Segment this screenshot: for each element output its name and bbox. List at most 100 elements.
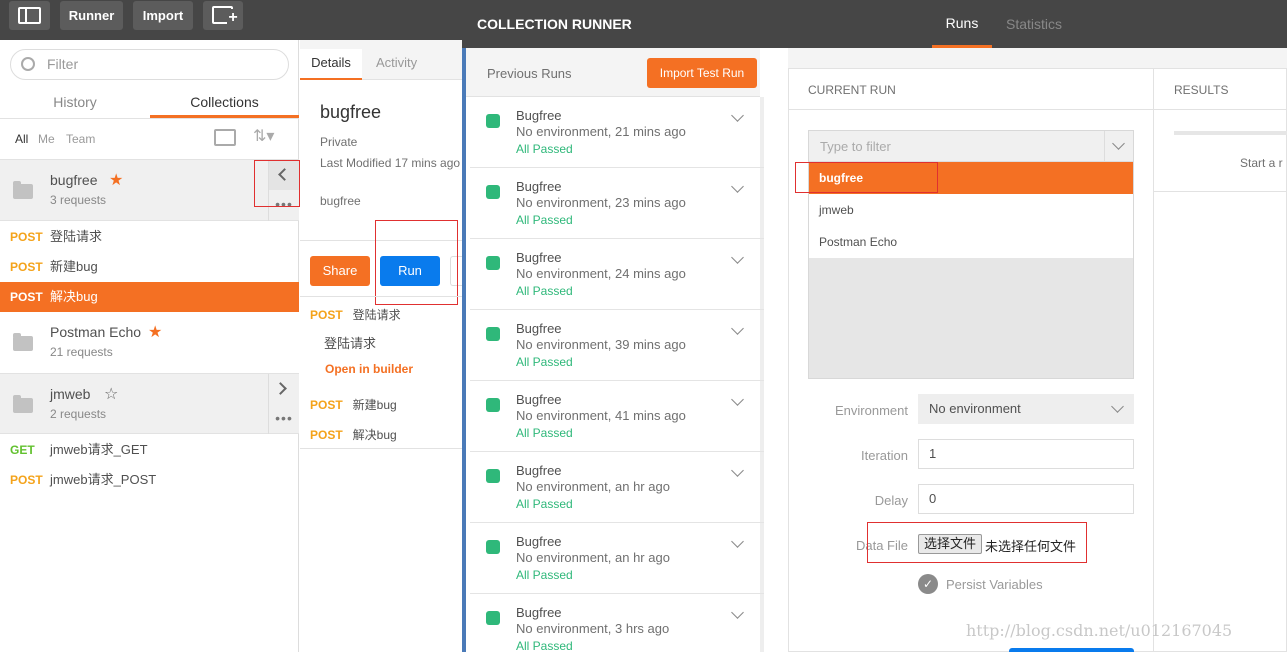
run-item[interactable]: Bugfree No environment, 24 mins ago All Pa… <box>470 239 764 310</box>
detail-request[interactable]: POST 登陆请求 <box>310 306 401 323</box>
run-item[interactable]: Bugfree No environment, 39 mins ago All Pa… <box>470 310 764 381</box>
filter-placeholder: Type to filter <box>820 139 891 154</box>
tab-details[interactable]: Details <box>300 49 362 80</box>
results-hint: Start a r <box>1240 156 1283 170</box>
chevron-down-icon[interactable] <box>731 535 744 548</box>
iteration-input[interactable]: 1 <box>918 439 1134 469</box>
run-environment: No environment, 24 mins ago <box>516 266 686 281</box>
import-button[interactable]: Import <box>133 1 193 30</box>
request-item[interactable]: POST 登陆请求 <box>0 222 299 252</box>
new-tab-button[interactable]: + <box>203 1 243 30</box>
divider <box>1154 191 1287 192</box>
tab-collections[interactable]: Collections <box>150 92 299 118</box>
sidebar-toggle-button[interactable] <box>9 1 50 30</box>
sort-icon[interactable]: ⇅▾ <box>253 126 274 146</box>
run-name: Bugfree <box>516 250 562 265</box>
iteration-label: Iteration <box>861 448 908 463</box>
highlight-box <box>254 160 300 207</box>
share-button[interactable]: Share <box>310 256 370 286</box>
expand-button[interactable] <box>268 374 299 404</box>
chevron-down-icon[interactable] <box>731 322 744 335</box>
dropdown-toggle[interactable] <box>1104 131 1133 161</box>
request-name: 登陆请求 <box>50 229 103 244</box>
request-name: 登陆请求 <box>352 308 401 322</box>
run-item[interactable]: Bugfree No environment, an hr ago All Pass… <box>470 523 764 594</box>
method-badge: POST <box>10 473 43 487</box>
collection-filter-input[interactable]: Type to filter <box>809 131 1133 162</box>
status-icon <box>486 611 500 625</box>
run-environment: No environment, an hr ago <box>516 550 670 565</box>
chevron-right-icon <box>274 382 287 395</box>
details-title: bugfree <box>320 102 382 122</box>
detail-request[interactable]: POST 解决bug <box>310 426 397 443</box>
run-status: All Passed <box>516 355 573 369</box>
star-filled-icon[interactable]: ★ <box>109 170 123 190</box>
results-label: RESULTS <box>1174 83 1229 97</box>
status-icon <box>486 469 500 483</box>
sidebar-icon <box>18 7 41 24</box>
collection-jmweb[interactable]: jmweb ☆ 2 requests ••• <box>0 373 299 434</box>
run-item[interactable]: Bugfree No environment, an hr ago All Pass… <box>470 452 764 523</box>
star-filled-icon[interactable]: ★ <box>148 322 162 342</box>
chevron-down-icon[interactable] <box>731 606 744 619</box>
status-icon <box>486 185 500 199</box>
method-badge: POST <box>10 260 43 274</box>
privacy-label: Private <box>320 135 358 149</box>
collection-postman-echo[interactable]: Postman Echo ★ 21 requests <box>0 312 299 373</box>
request-name: 解决bug <box>352 428 397 442</box>
search-icon <box>21 57 35 71</box>
tab-activity[interactable]: Activity <box>376 55 417 70</box>
filter-placeholder: Filter <box>47 56 79 72</box>
collection-count: 21 requests <box>50 345 113 359</box>
collection-option[interactable]: jmweb <box>809 194 1133 226</box>
run-environment: No environment, 39 mins ago <box>516 337 686 352</box>
import-test-run-button[interactable]: Import Test Run <box>647 58 757 88</box>
run-item[interactable]: Bugfree No environment, 21 mins ago All Pa… <box>470 97 764 168</box>
app-toolbar: Runner Import + <box>0 0 462 40</box>
tab-runs[interactable]: Runs <box>932 0 992 48</box>
environment-select[interactable]: No environment <box>918 394 1134 424</box>
chevron-down-icon[interactable] <box>731 109 744 122</box>
run-name: Bugfree <box>516 534 562 549</box>
request-item[interactable]: POST jmweb请求_POST <box>0 465 299 495</box>
tab-history[interactable]: History <box>0 92 150 118</box>
run-item[interactable]: Bugfree No environment, 3 hrs ago All Pass… <box>470 594 764 652</box>
more-options-icon[interactable]: ••• <box>268 404 299 434</box>
start-run-button[interactable] <box>1009 648 1134 652</box>
status-icon <box>486 256 500 270</box>
run-environment: No environment, 23 mins ago <box>516 195 686 210</box>
chevron-down-icon[interactable] <box>731 180 744 193</box>
request-item[interactable]: POST 新建bug <box>0 252 299 282</box>
request-item[interactable]: GET jmweb请求_GET <box>0 435 299 465</box>
chevron-down-icon[interactable] <box>731 251 744 264</box>
star-outline-icon[interactable]: ☆ <box>104 384 118 404</box>
runner-button[interactable]: Runner <box>60 1 123 30</box>
collection-count: 2 requests <box>50 407 107 421</box>
request-name: jmweb请求_POST <box>50 472 157 487</box>
tab-statistics[interactable]: Statistics <box>1006 16 1062 32</box>
results-card: RESULTS Start a r <box>1154 68 1287 652</box>
request-item-selected[interactable]: POST 解决bug <box>0 282 299 312</box>
chevron-down-icon[interactable] <box>731 393 744 406</box>
run-status: All Passed <box>516 497 573 511</box>
collection-name: jmweb <box>50 386 91 402</box>
run-item[interactable]: Bugfree No environment, 23 mins ago All Pa… <box>470 168 764 239</box>
filter-input[interactable]: Filter <box>10 49 289 80</box>
watermark: http://blog.csdn.net/u012167045 <box>966 621 1233 640</box>
sidebar: Filter History Collections All Me Team ⇅… <box>0 40 300 652</box>
scope-team[interactable]: Team <box>66 132 95 146</box>
run-name: Bugfree <box>516 463 562 478</box>
chevron-down-icon[interactable] <box>731 464 744 477</box>
scope-me[interactable]: Me <box>38 132 55 146</box>
delay-input[interactable]: 0 <box>918 484 1134 514</box>
collection-name: Postman Echo <box>50 324 142 340</box>
collection-option[interactable]: Postman Echo <box>809 226 1133 258</box>
run-status: All Passed <box>516 213 573 227</box>
open-in-builder-link[interactable]: Open in builder <box>325 362 413 376</box>
scope-all[interactable]: All <box>15 132 28 146</box>
detail-request[interactable]: POST 新建bug <box>310 396 397 413</box>
run-item[interactable]: Bugfree No environment, 41 mins ago All Pa… <box>470 381 764 452</box>
run-status: All Passed <box>516 639 573 652</box>
new-collection-icon[interactable] <box>214 129 236 146</box>
checkbox-checked-icon[interactable]: ✓ <box>918 574 938 594</box>
